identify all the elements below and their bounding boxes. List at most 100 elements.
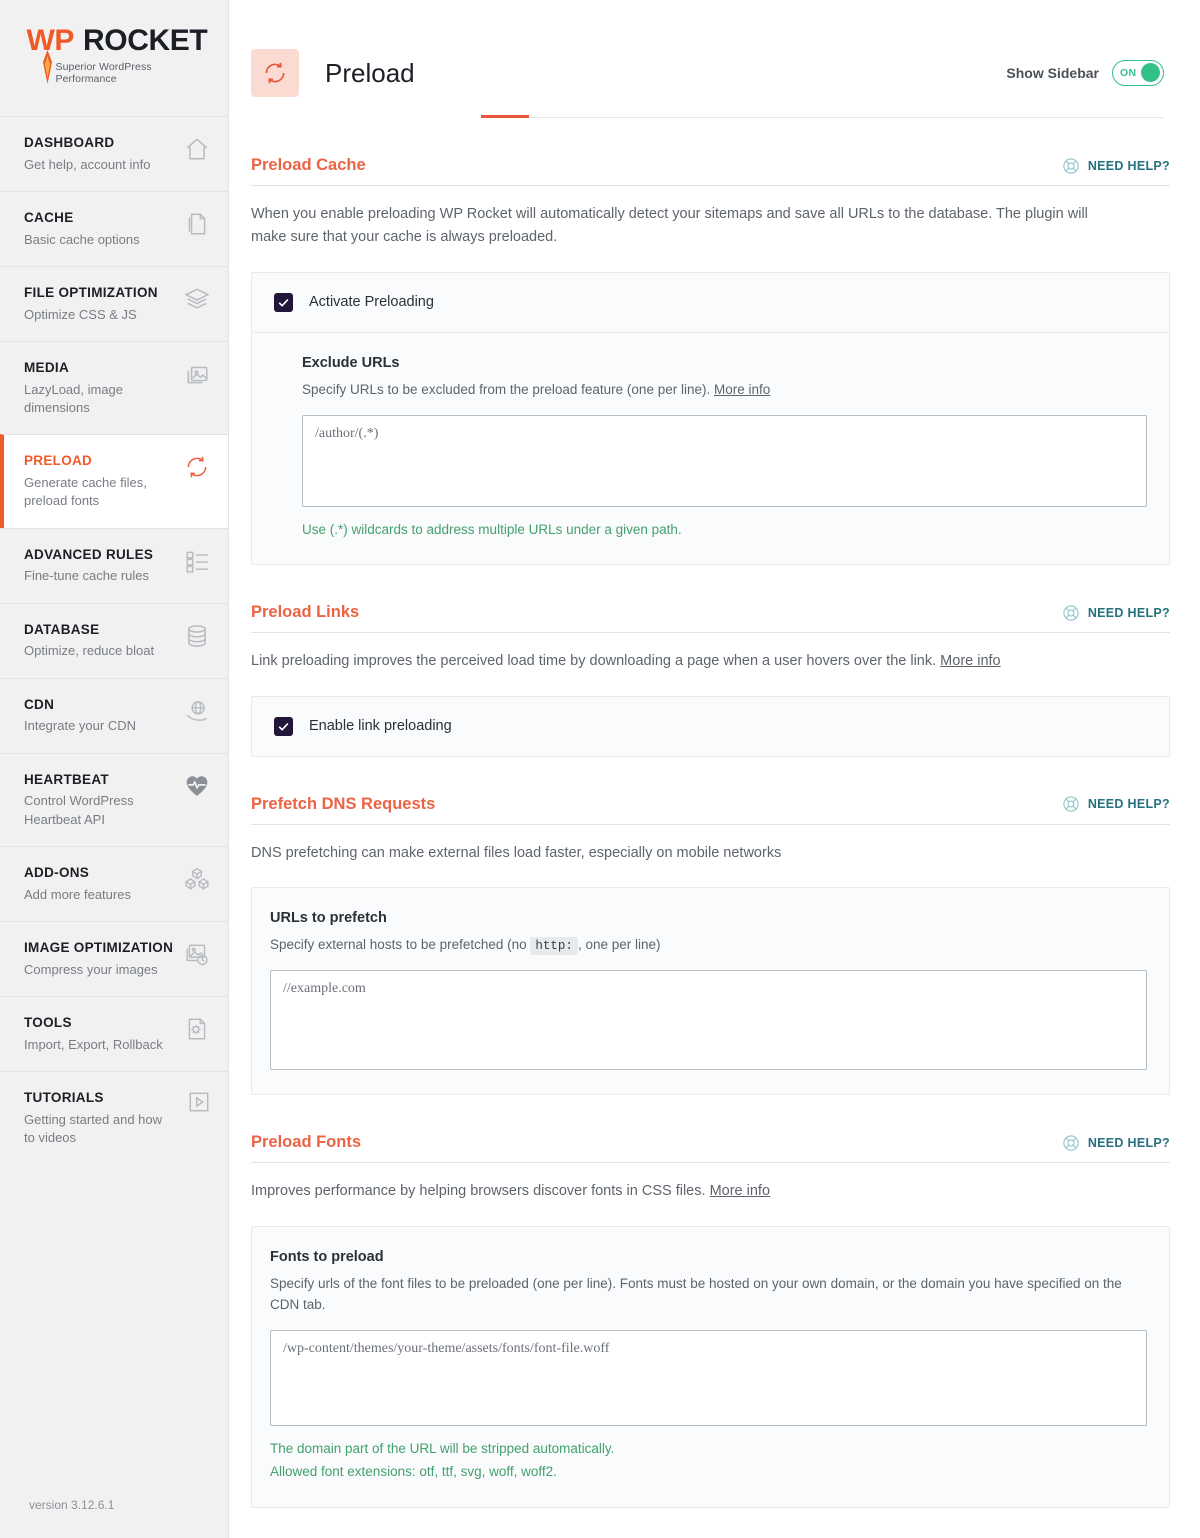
section-desc-text: Improves performance by helping browsers… — [251, 1183, 706, 1200]
wp-rocket-settings-app: WP ROCKET Superior WordPress Performance… — [0, 0, 1200, 1538]
fonts-to-preload-description: Specify urls of the font files to be pre… — [270, 1275, 1122, 1313]
sidebar-item-title: TUTORIALS — [24, 1090, 104, 1106]
sidebar-item-desc: Compress your images — [24, 961, 158, 977]
sidebar-item-media[interactable]: MEDIA LazyLoad, image dimensions — [0, 341, 228, 435]
urls-to-prefetch-field: URLs to prefetch Specify external hosts … — [252, 888, 1169, 1094]
sidebar-item-cache[interactable]: CACHE Basic cache options — [0, 191, 228, 266]
activate-preloading-row[interactable]: Activate Preloading — [252, 273, 1169, 332]
more-info-link[interactable]: More info — [710, 1183, 770, 1199]
need-help-link[interactable]: NEED HELP? — [1062, 795, 1170, 813]
sidebar-item-tools[interactable]: TOOLS Import, Export, Rollback — [0, 996, 228, 1072]
sidebar-item-desc: Optimize, reduce bloat — [24, 643, 155, 659]
sidebar-item-desc: Import, Export, Rollback — [24, 1036, 163, 1052]
exclude-urls-helper: Use (.*) wildcards to address multiple U… — [302, 521, 682, 537]
more-info-link[interactable]: More info — [714, 382, 770, 397]
lifebuoy-icon — [1062, 1134, 1080, 1152]
sidebar-item-title: CACHE — [24, 210, 74, 225]
logo-rocket-text: ROCKET — [83, 24, 208, 57]
urls-to-prefetch-title: URLs to prefetch — [270, 910, 387, 927]
sidebar-item-desc: Getting started and how to videos — [24, 1111, 163, 1146]
document-icon — [184, 211, 210, 237]
need-help-label: NEED HELP? — [1087, 1135, 1170, 1150]
section-prefetch-dns: Prefetch DNS Requests NEED HELP? DNS pre… — [251, 795, 1180, 1096]
need-help-link[interactable]: NEED HELP? — [1062, 1134, 1170, 1152]
sidebar-item-database[interactable]: DATABASE Optimize, reduce bloat — [0, 602, 228, 678]
settings-sections: Preload Cache NEED HELP? When you enable… — [229, 156, 1200, 1538]
activate-preloading-checkbox[interactable] — [274, 292, 293, 312]
main-content: Preload Show Sidebar ON Preload Cache NE… — [229, 0, 1200, 1538]
sidebar-item-file-optimization[interactable]: FILE OPTIMIZATION Optimize CSS & JS — [0, 266, 228, 341]
image-compress-icon — [184, 941, 210, 967]
sidebar-item-title: DATABASE — [24, 621, 100, 637]
fonts-to-preload-field: Fonts to preload Specify urls of the fon… — [252, 1227, 1169, 1507]
sidebar-item-desc: Control WordPress Heartbeat API — [24, 793, 134, 827]
rocket-flame-icon — [42, 50, 52, 84]
sidebar-item-image-optimization[interactable]: IMAGE OPTIMIZATION Compress your images — [0, 921, 228, 997]
database-icon — [184, 623, 210, 649]
exclude-urls-field: Exclude URLs Specify URLs to be excluded… — [252, 331, 1169, 564]
enable-link-preloading-row[interactable]: Enable link preloading — [252, 697, 1169, 756]
sidebar-item-desc: Integrate your CDN — [24, 718, 136, 734]
need-help-label: NEED HELP? — [1087, 605, 1170, 620]
exclude-urls-title: Exclude URLs — [302, 354, 400, 371]
lifebuoy-icon — [1062, 795, 1080, 813]
urls-to-prefetch-description: Specify external hosts to be prefetched … — [270, 934, 1147, 956]
lifebuoy-icon — [1062, 604, 1080, 622]
preload-fonts-panel: Fonts to preload Specify urls of the fon… — [251, 1225, 1170, 1508]
section-desc-text: Link preloading improves the perceived l… — [251, 653, 937, 670]
section-header: Prefetch DNS Requests NEED HELP? — [251, 795, 1170, 825]
section-title: Preload Fonts — [251, 1133, 362, 1152]
sidebar-item-desc: Basic cache options — [24, 231, 140, 247]
activate-preloading-label: Activate Preloading — [309, 294, 434, 311]
sidebar: WP ROCKET Superior WordPress Performance… — [0, 0, 229, 1538]
section-header: Preload Fonts NEED HELP? — [251, 1133, 1170, 1164]
sidebar-item-title: DASHBOARD — [24, 135, 115, 150]
sidebar-item-cdn[interactable]: CDN Integrate your CDN — [0, 677, 228, 753]
sidebar-item-advanced-rules[interactable]: ADVANCED RULES Fine-tune cache rules — [0, 527, 228, 603]
preload-cache-panel: Activate Preloading Exclude URLs Specify… — [251, 271, 1170, 566]
show-sidebar-toggle[interactable]: ON — [1112, 60, 1164, 86]
sidebar-item-desc: Generate cache files, preload fonts — [24, 475, 147, 509]
gear-document-icon — [184, 1016, 210, 1042]
lifebuoy-icon — [1062, 157, 1080, 175]
sidebar-item-title: IMAGE OPTIMIZATION — [24, 940, 174, 956]
page-title: Preload — [325, 57, 415, 88]
section-header: Preload Links NEED HELP? — [251, 603, 1170, 634]
sidebar-item-preload[interactable]: PRELOAD Generate cache files, preload fo… — [0, 434, 228, 528]
fonts-helper-line-2: Allowed font extensions: otf, ttf, svg, … — [270, 1464, 557, 1480]
section-description: DNS prefetching can make external files … — [251, 844, 782, 861]
sidebar-item-add-ons[interactable]: ADD-ONS Add more features — [0, 846, 228, 922]
section-description: When you enable preloading WP Rocket wil… — [251, 206, 1088, 246]
refresh-icon — [184, 454, 210, 480]
sidebar-item-title: PRELOAD — [24, 453, 93, 469]
http-code-snippet: http: — [530, 937, 578, 956]
exclude-urls-textarea[interactable] — [302, 414, 1147, 507]
sidebar-item-desc: Fine-tune cache rules — [24, 568, 150, 584]
section-header: Preload Cache NEED HELP? — [251, 156, 1170, 186]
sidebar-item-desc: LazyLoad, image dimensions — [24, 381, 124, 415]
more-info-link[interactable]: More info — [940, 653, 1000, 669]
urls-to-prefetch-textarea[interactable] — [270, 970, 1147, 1071]
active-tab-underline — [481, 115, 529, 118]
sidebar-item-heartbeat[interactable]: HEARTBEAT Control WordPress Heartbeat AP… — [0, 752, 228, 847]
need-help-link[interactable]: NEED HELP? — [1062, 604, 1170, 622]
play-video-icon — [188, 1091, 210, 1113]
section-description: Improves performance by helping browsers… — [251, 1180, 1151, 1203]
exclude-urls-desc-text: Specify URLs to be excluded from the pre… — [302, 381, 711, 397]
enable-link-preloading-label: Enable link preloading — [309, 718, 452, 735]
section-preload-fonts: Preload Fonts NEED HELP? Improves perfor… — [251, 1133, 1180, 1508]
enable-link-preloading-checkbox[interactable] — [274, 716, 293, 736]
fonts-to-preload-textarea[interactable] — [270, 1329, 1147, 1426]
images-icon — [184, 361, 210, 387]
need-help-link[interactable]: NEED HELP? — [1062, 157, 1170, 175]
show-sidebar-label: Show Sidebar — [1006, 65, 1099, 81]
sidebar-item-dashboard[interactable]: DASHBOARD Get help, account info — [0, 116, 228, 191]
sidebar-item-desc: Get help, account info — [24, 156, 151, 172]
need-help-label: NEED HELP? — [1087, 797, 1170, 812]
cloud-globe-icon — [184, 698, 210, 724]
prefetch-dns-panel: URLs to prefetch Specify external hosts … — [251, 887, 1170, 1096]
sidebar-item-title: ADD-ONS — [24, 865, 90, 881]
heartbeat-icon — [184, 773, 210, 799]
sidebar-item-tutorials[interactable]: TUTORIALS Getting started and how to vid… — [0, 1071, 228, 1165]
checklist-icon — [184, 548, 210, 574]
